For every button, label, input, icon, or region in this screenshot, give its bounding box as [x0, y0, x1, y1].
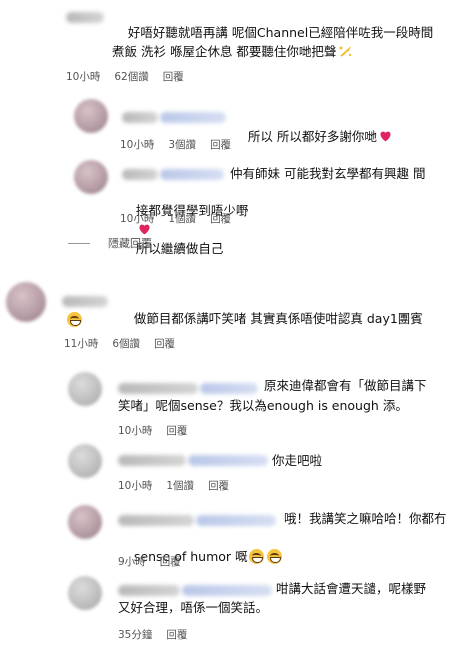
username-blurred[interactable]: [62, 296, 108, 307]
comment-text-line-2: 笑啫」呢個sense？我以為enough is enough 添。: [118, 398, 408, 413]
comment-meta: 10小時 回覆: [118, 423, 187, 438]
comment-text-body: 做節目都係講吓笑啫 其實真係唔使咁認真 day1團賓: [133, 311, 423, 326]
comment-likes[interactable]: 1個讚: [168, 211, 196, 226]
divider-line: [68, 242, 90, 244]
reply-button[interactable]: 回覆: [210, 211, 231, 226]
comment-time: 9小時: [118, 556, 146, 568]
comment-text-line-1: 原來迪偉都會有「做節目講下: [264, 378, 427, 393]
avatar[interactable]: [68, 444, 102, 478]
mention-blurred[interactable]: [188, 455, 268, 466]
comment-likes[interactable]: 3個讚: [168, 137, 196, 152]
comment-text-line-1: 仲有師妹 可能我對玄學都有興趣 間: [230, 166, 426, 181]
avatar[interactable]: [68, 372, 102, 406]
comment-time: 10小時: [118, 480, 153, 492]
comment-time: 10小時: [120, 139, 155, 151]
comment-meta: 10小時 1個讚 回覆: [120, 211, 231, 226]
comment-time: 10小時: [66, 71, 101, 83]
comment-meta: 10小時 1個讚 回覆: [118, 478, 229, 493]
username-blurred[interactable]: [118, 585, 180, 596]
mention-blurred[interactable]: [160, 112, 226, 123]
mention-blurred[interactable]: [200, 383, 258, 394]
username-blurred[interactable]: [118, 455, 186, 466]
avatar[interactable]: [68, 505, 102, 539]
comment-text-line-2: 又好合理，唔係一個笑話。: [118, 600, 269, 615]
comment-text-body: 所以 所以都好多謝你哋: [247, 129, 377, 144]
reply-button[interactable]: 回覆: [163, 69, 184, 84]
mention-blurred[interactable]: [196, 515, 276, 526]
comment-text-line-1: 哦！我講笑之嘛哈哈！你都冇: [284, 511, 447, 526]
comment-text-body: 好唔好聽就唔再講 呢個Channel已經陪伴咗我一段時間 煮飯 洗衫 喺屋企休息…: [112, 25, 438, 59]
avatar[interactable]: [6, 282, 46, 322]
comment-likes[interactable]: 6個讚: [112, 336, 140, 351]
hide-replies-label[interactable]: 隱藏回覆: [108, 235, 152, 251]
username-blurred[interactable]: [118, 515, 194, 526]
grin-emoji-icon: [266, 549, 282, 564]
comment-time: 35分鐘: [118, 629, 153, 641]
reply-button[interactable]: 回覆: [208, 478, 229, 493]
comment-time: 10小時: [120, 213, 155, 225]
comment-meta: 9小時 回覆: [118, 554, 181, 569]
comment-meta: 10小時 3個讚 回覆: [120, 137, 231, 152]
mention-blurred[interactable]: [160, 169, 224, 180]
comment-meta: 10小時 62個讚 回覆: [66, 69, 184, 84]
comment-text: 所以 所以都好多謝你哋: [232, 108, 442, 165]
reply-button[interactable]: 回覆: [166, 627, 187, 642]
comment-meta: 11小時 6個讚 回覆: [64, 336, 175, 351]
avatar[interactable]: [74, 160, 108, 194]
reply-button[interactable]: 回覆: [160, 554, 181, 569]
username-blurred[interactable]: [66, 12, 104, 23]
mention-blurred[interactable]: [182, 585, 272, 596]
comment-text: 你走吧啦: [272, 453, 323, 468]
grin-emoji-icon: [248, 549, 264, 564]
reply-button[interactable]: 回覆: [166, 423, 187, 438]
avatar[interactable]: [68, 576, 102, 610]
hide-replies-toggle[interactable]: 隱藏回覆: [68, 235, 152, 251]
comment-time: 11小時: [64, 338, 99, 350]
comment-meta: 35分鐘 回覆: [118, 627, 187, 642]
username-blurred[interactable]: [122, 169, 158, 180]
heart-emoji-icon: [379, 128, 392, 142]
comment-text-line-2: 接都覺得學到唔少嘢 所以繼續做自己: [120, 182, 450, 277]
comment-time: 10小時: [118, 425, 153, 437]
username-blurred[interactable]: [122, 112, 158, 123]
comment-text-line-1: 咁講大話會遭天譴，呢樣野: [276, 581, 427, 596]
comment-likes[interactable]: 62個讚: [114, 69, 148, 84]
reply-button[interactable]: 回覆: [210, 137, 231, 152]
sparkle-emoji-icon: [338, 44, 353, 58]
username-blurred[interactable]: [118, 383, 198, 394]
reply-button[interactable]: 回覆: [154, 336, 175, 351]
comment-likes[interactable]: 1個讚: [166, 478, 194, 493]
avatar[interactable]: [74, 99, 108, 133]
grin-emoji-icon: [67, 312, 82, 327]
